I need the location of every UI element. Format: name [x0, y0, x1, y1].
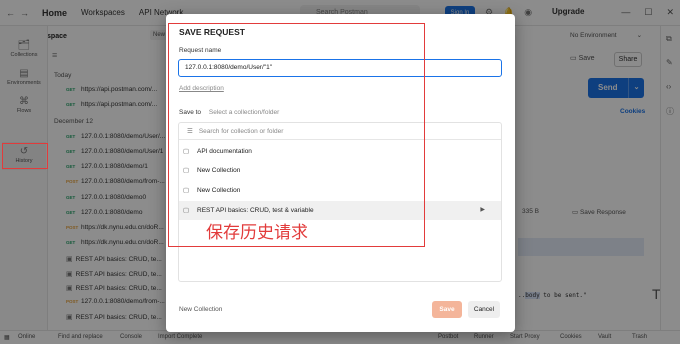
new-collection-link[interactable]: New Collection — [179, 306, 222, 313]
annotation-text: 保存历史请求 — [206, 223, 308, 243]
save-button[interactable]: Save — [432, 301, 462, 318]
dialog-footer: New Collection Save Cancel — [166, 292, 515, 332]
history-highlight-box — [2, 143, 48, 169]
chevron-right-icon[interactable]: ▶ — [480, 206, 485, 213]
postman-app: ← → Home Workspaces API Network Search P… — [0, 0, 680, 344]
annotation-box — [168, 23, 425, 247]
cancel-button[interactable]: Cancel — [468, 301, 500, 318]
